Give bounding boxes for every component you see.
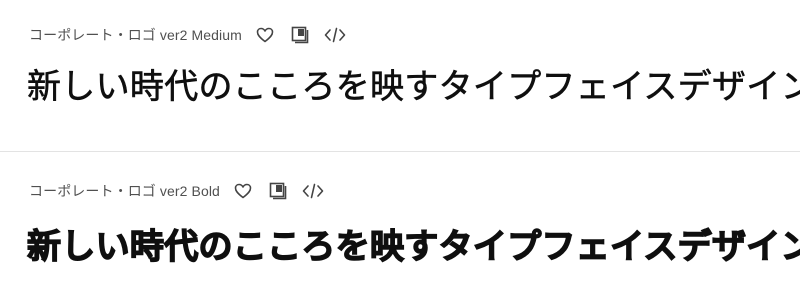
font-name[interactable]: コーポレート・ロゴ ver2 Bold bbox=[29, 181, 220, 201]
font-meta-row: コーポレート・ロゴ ver2 Medium bbox=[29, 24, 359, 46]
font-sample-text: 新しい時代のこころを映すタイプフェイスデザイン bbox=[26, 226, 800, 267]
font-card-bold: コーポレート・ロゴ ver2 Bold 新しい時代のこころを映すタイプフェイスデ… bbox=[0, 152, 800, 299]
font-name[interactable]: コーポレート・ロゴ ver2 Medium bbox=[29, 25, 242, 45]
heart-icon[interactable] bbox=[254, 24, 276, 46]
font-sample-text: 新しい時代のこころを映すタイプフェイスデザイン bbox=[27, 67, 800, 108]
add-to-library-icon[interactable] bbox=[267, 180, 289, 202]
font-card-medium: コーポレート・ロゴ ver2 Medium 新しい時代のこころを映すタイプフェイ… bbox=[0, 0, 800, 152]
embed-code-icon[interactable] bbox=[302, 180, 324, 202]
heart-icon[interactable] bbox=[232, 180, 254, 202]
embed-code-icon[interactable] bbox=[324, 24, 346, 46]
add-to-library-icon[interactable] bbox=[289, 24, 311, 46]
font-meta-row: コーポレート・ロゴ ver2 Bold bbox=[29, 180, 337, 202]
